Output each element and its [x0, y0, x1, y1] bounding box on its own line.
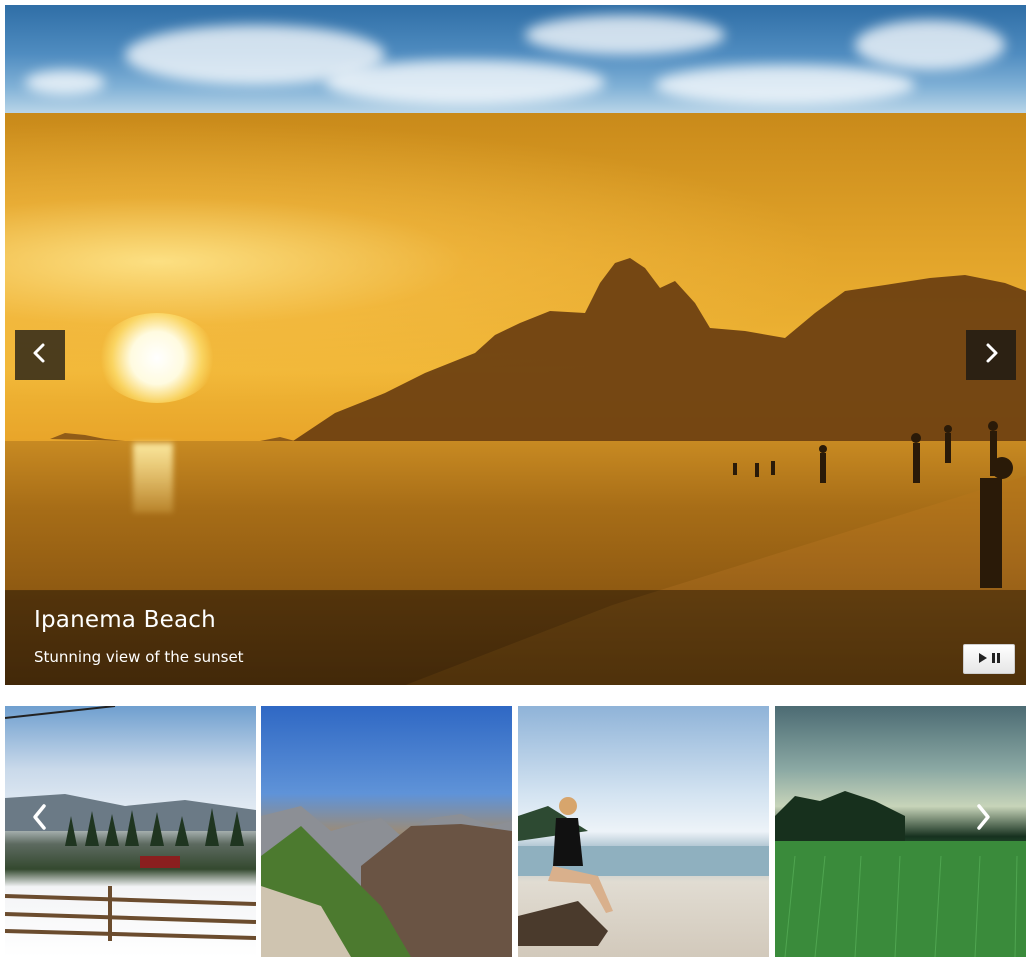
next-slide-button[interactable] — [966, 330, 1016, 380]
thumbnail-art — [518, 797, 769, 946]
chevron-right-icon — [972, 802, 994, 837]
thumbnail-mountain-valley[interactable] — [261, 706, 512, 957]
thumbnail-carousel — [5, 706, 1026, 957]
caption-bar — [5, 590, 1026, 685]
previous-slide-button[interactable] — [15, 330, 65, 380]
main-slide-image: Ipanema Beach Stunning view of the sunse… — [5, 113, 1026, 685]
play-icon — [978, 650, 988, 668]
thumbnail-next-button[interactable] — [968, 799, 998, 839]
chevron-left-icon — [29, 802, 51, 837]
caption-title: Ipanema Beach — [34, 607, 216, 633]
caption-description: Stunning view of the sunset — [34, 648, 244, 666]
play-pause-button[interactable] — [963, 644, 1015, 674]
pause-icon — [991, 650, 1001, 668]
thumbnail-previous-button[interactable] — [25, 799, 55, 839]
thumbnail-woman-on-beach[interactable] — [518, 706, 769, 957]
thumbnail-art — [261, 806, 512, 957]
chevron-right-icon — [980, 342, 1002, 369]
top-sky-image — [5, 5, 1026, 113]
chevron-left-icon — [29, 342, 51, 369]
